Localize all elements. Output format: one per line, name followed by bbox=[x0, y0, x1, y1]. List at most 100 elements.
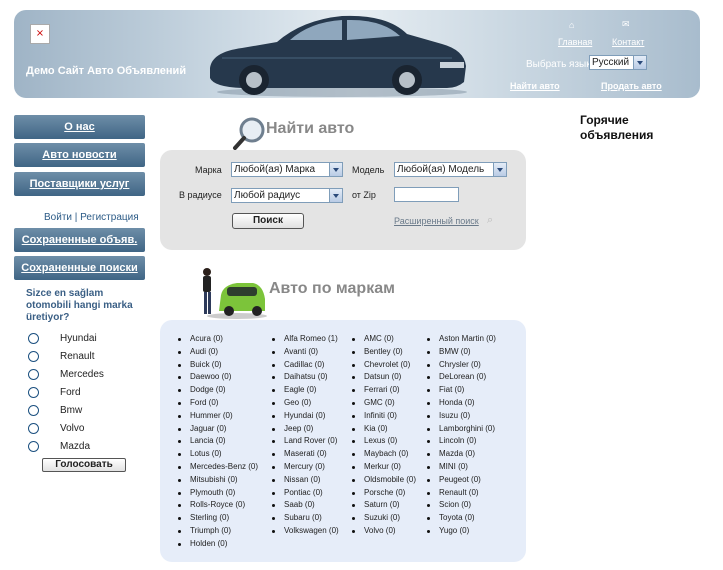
brand-link[interactable]: Maybach (0) bbox=[352, 448, 416, 461]
brand-link[interactable]: Audi (0) bbox=[178, 346, 258, 359]
brand-link[interactable]: Kia (0) bbox=[352, 423, 416, 436]
brand-link[interactable]: Renault (0) bbox=[427, 487, 496, 500]
brand-link[interactable]: Oldsmobile (0) bbox=[352, 474, 416, 487]
home-link[interactable]: Главная bbox=[558, 37, 592, 47]
brand-link[interactable]: DeLorean (0) bbox=[427, 371, 496, 384]
brand-link[interactable]: Rolls-Royce (0) bbox=[178, 499, 258, 512]
radio-button[interactable] bbox=[28, 423, 39, 434]
brand-link[interactable]: Porsche (0) bbox=[352, 487, 416, 500]
brand-link[interactable]: Toyota (0) bbox=[427, 512, 496, 525]
brand-link[interactable]: Daihatsu (0) bbox=[272, 371, 339, 384]
nav-news-button[interactable]: Авто новости bbox=[14, 143, 145, 167]
brand-link[interactable]: Mercury (0) bbox=[272, 461, 339, 474]
nav-about-button[interactable]: О нас bbox=[14, 115, 145, 139]
vote-button[interactable]: Голосовать bbox=[42, 458, 126, 472]
brand-link[interactable]: Merkur (0) bbox=[352, 461, 416, 474]
brand-link[interactable]: Lexus (0) bbox=[352, 435, 416, 448]
brand-link[interactable]: Jeep (0) bbox=[272, 423, 339, 436]
brand-link[interactable]: Suzuki (0) bbox=[352, 512, 416, 525]
brand-link[interactable]: Lincoln (0) bbox=[427, 435, 496, 448]
brand-link[interactable]: Scion (0) bbox=[427, 499, 496, 512]
brand-link[interactable]: Volvo (0) bbox=[352, 525, 416, 538]
make-select[interactable]: Любой(ая) Марка bbox=[231, 162, 343, 177]
brand-link[interactable]: Alfa Romeo (1) bbox=[272, 333, 339, 346]
brand-link[interactable]: Ferrari (0) bbox=[352, 384, 416, 397]
brand-link[interactable]: Sterling (0) bbox=[178, 512, 258, 525]
brand-link[interactable]: Mercedes-Benz (0) bbox=[178, 461, 258, 474]
brand-link[interactable]: Cadillac (0) bbox=[272, 359, 339, 372]
poll-option-label: Ford bbox=[60, 387, 81, 398]
mail-icon: ✉ bbox=[622, 19, 630, 29]
brand-link[interactable]: Subaru (0) bbox=[272, 512, 339, 525]
contact-link[interactable]: Контакт bbox=[612, 37, 644, 47]
brand-link[interactable]: Chevrolet (0) bbox=[352, 359, 416, 372]
brand-link[interactable]: Datsun (0) bbox=[352, 371, 416, 384]
brand-link[interactable]: Lamborghini (0) bbox=[427, 423, 496, 436]
register-link[interactable]: Регистрация bbox=[80, 212, 138, 223]
nav-saved-ads-button[interactable]: Сохраненные объяв. bbox=[14, 228, 145, 252]
nav-suppliers-button[interactable]: Поставщики услуг bbox=[14, 172, 145, 196]
brand-link[interactable]: Lotus (0) bbox=[178, 448, 258, 461]
brand-link[interactable]: Mitsubishi (0) bbox=[178, 474, 258, 487]
brand-link[interactable]: Plymouth (0) bbox=[178, 487, 258, 500]
brand-column: Alfa Romeo (1) Avanti (0) Cadillac (0) D… bbox=[272, 333, 339, 538]
sell-car-link[interactable]: Продать авто bbox=[601, 81, 662, 91]
brand-link[interactable]: Hummer (0) bbox=[178, 410, 258, 423]
radio-button[interactable] bbox=[28, 441, 39, 452]
brand-link[interactable]: Geo (0) bbox=[272, 397, 339, 410]
brand-link[interactable]: Mazda (0) bbox=[427, 448, 496, 461]
brand-link[interactable]: Eagle (0) bbox=[272, 384, 339, 397]
brand-link[interactable]: Peugeot (0) bbox=[427, 474, 496, 487]
brand-link[interactable]: Jaguar (0) bbox=[178, 423, 258, 436]
brand-link[interactable]: GMC (0) bbox=[352, 397, 416, 410]
hot-ads-title-line1: Горячие bbox=[580, 113, 629, 127]
brand-link[interactable]: Ford (0) bbox=[178, 397, 258, 410]
brand-link[interactable]: Isuzu (0) bbox=[427, 410, 496, 423]
brand-link[interactable]: Hyundai (0) bbox=[272, 410, 339, 423]
brand-link[interactable]: Aston Martin (0) bbox=[427, 333, 496, 346]
brand-link[interactable]: Avanti (0) bbox=[272, 346, 339, 359]
zip-label: от Zip bbox=[352, 190, 376, 200]
brand-link[interactable]: Bentley (0) bbox=[352, 346, 416, 359]
login-link[interactable]: Войти bbox=[44, 212, 72, 223]
radio-button[interactable] bbox=[28, 351, 39, 362]
brand-link[interactable]: Maserati (0) bbox=[272, 448, 339, 461]
brand-link[interactable]: Dodge (0) bbox=[178, 384, 258, 397]
brand-link[interactable]: Triumph (0) bbox=[178, 525, 258, 538]
find-car-link[interactable]: Найти авто bbox=[510, 81, 560, 91]
magnifier-icon bbox=[233, 117, 265, 150]
brand-link[interactable]: BMW (0) bbox=[427, 346, 496, 359]
brand-link[interactable]: Buick (0) bbox=[178, 359, 258, 372]
brand-link[interactable]: Saab (0) bbox=[272, 499, 339, 512]
brand-link[interactable]: Land Rover (0) bbox=[272, 435, 339, 448]
brand-link[interactable]: Fiat (0) bbox=[427, 384, 496, 397]
brand-link[interactable]: Daewoo (0) bbox=[178, 371, 258, 384]
radio-button[interactable] bbox=[28, 387, 39, 398]
brand-link[interactable]: Lancia (0) bbox=[178, 435, 258, 448]
model-select[interactable]: Любой(ая) Модель bbox=[394, 162, 507, 177]
brand-link[interactable]: AMC (0) bbox=[352, 333, 416, 346]
radio-button[interactable] bbox=[28, 333, 39, 344]
brand-link[interactable]: Volkswagen (0) bbox=[272, 525, 339, 538]
radio-button[interactable] bbox=[28, 405, 39, 416]
brand-link[interactable]: Yugo (0) bbox=[427, 525, 496, 538]
zip-input[interactable] bbox=[394, 187, 459, 202]
brand-link[interactable]: Saturn (0) bbox=[352, 499, 416, 512]
search-button[interactable]: Поиск bbox=[232, 213, 304, 229]
radius-select[interactable]: Любой радиус bbox=[231, 188, 343, 203]
nav-saved-searches-button[interactable]: Сохраненные поиски bbox=[14, 256, 145, 280]
brand-link[interactable]: Honda (0) bbox=[427, 397, 496, 410]
brand-link[interactable]: Pontiac (0) bbox=[272, 487, 339, 500]
poll-question: Sizce en sağlam otomobili hangi marka ür… bbox=[26, 288, 133, 323]
brand-link[interactable]: Holden (0) bbox=[178, 538, 258, 551]
brand-link[interactable]: Infiniti (0) bbox=[352, 410, 416, 423]
brands-title: Авто по маркам bbox=[269, 280, 395, 297]
brand-link[interactable]: Chrysler (0) bbox=[427, 359, 496, 372]
advanced-search-link[interactable]: Расширенный поиск bbox=[394, 216, 479, 226]
car-image bbox=[210, 15, 467, 97]
brand-link[interactable]: Nissan (0) bbox=[272, 474, 339, 487]
radio-button[interactable] bbox=[28, 369, 39, 380]
brand-link[interactable]: MINI (0) bbox=[427, 461, 496, 474]
language-select[interactable]: Русский bbox=[589, 55, 647, 70]
brand-link[interactable]: Acura (0) bbox=[178, 333, 258, 346]
